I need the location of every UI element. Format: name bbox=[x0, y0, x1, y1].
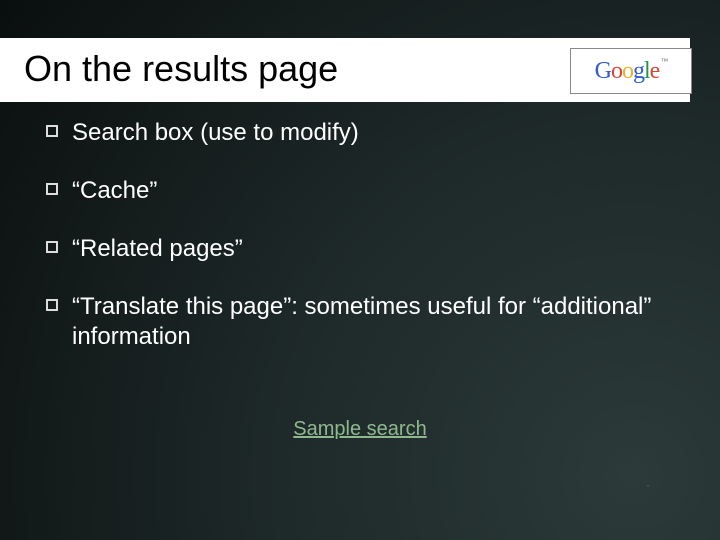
sample-search-link-container: Sample search bbox=[0, 418, 720, 441]
list-item: “Cache” bbox=[46, 176, 680, 206]
bullet-icon bbox=[46, 299, 58, 311]
slide-title: On the results page bbox=[24, 48, 338, 89]
bullet-icon bbox=[46, 241, 58, 253]
sample-search-link[interactable]: Sample search bbox=[293, 418, 426, 440]
bullet-icon bbox=[46, 125, 58, 137]
bullet-text: “Cache” bbox=[72, 176, 680, 206]
bullet-text: “Translate this page”: sometimes useful … bbox=[72, 292, 680, 352]
slide: On the results page Google™ Search box (… bbox=[0, 0, 720, 540]
bullet-text: Search box (use to modify) bbox=[72, 118, 680, 148]
bullet-icon bbox=[46, 183, 58, 195]
list-item: Search box (use to modify) bbox=[46, 118, 680, 148]
google-logo: Google™ bbox=[570, 48, 692, 94]
bullet-list: Search box (use to modify) “Cache” “Rela… bbox=[46, 118, 680, 380]
list-item: “Related pages” bbox=[46, 234, 680, 264]
trademark-symbol: ™ bbox=[660, 57, 667, 66]
list-item: “Translate this page”: sometimes useful … bbox=[46, 292, 680, 352]
bullet-text: “Related pages” bbox=[72, 234, 680, 264]
